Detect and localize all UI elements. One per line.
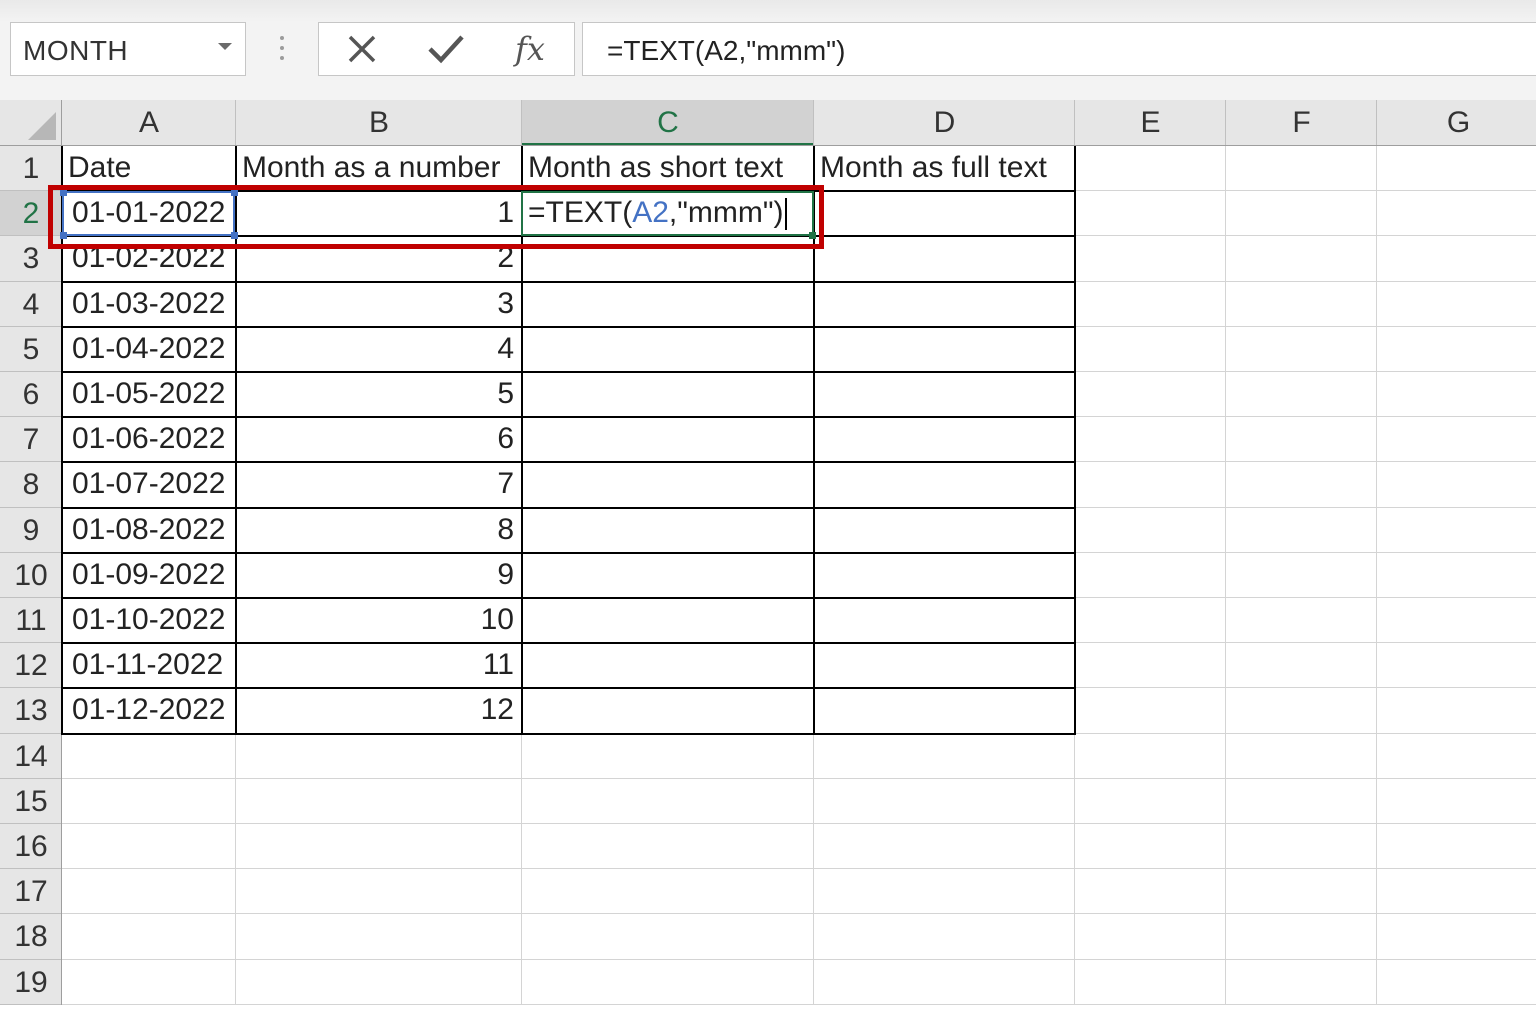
row-header-11[interactable]: 11 — [0, 598, 62, 644]
header-cell-a[interactable]: Date — [68, 145, 234, 190]
formula-toolbar: MONTH fx =TEXT(A2,"mmm") — [0, 0, 1536, 100]
column-header-b[interactable]: B — [236, 100, 522, 146]
column-header-g[interactable]: G — [1377, 100, 1536, 146]
chevron-down-icon[interactable] — [218, 43, 232, 50]
table-border — [61, 732, 1076, 735]
header-divider — [521, 100, 522, 146]
row-header-5[interactable]: 5 — [0, 326, 62, 372]
month-number-cell[interactable]: 6 — [236, 416, 514, 461]
month-number-cell[interactable]: 11 — [236, 642, 514, 687]
month-number-cell[interactable]: 9 — [236, 552, 514, 597]
gridline — [62, 1003, 1536, 1005]
name-box-value: MONTH — [23, 35, 129, 66]
row-header-6[interactable]: 6 — [0, 372, 62, 418]
gridline — [1376, 146, 1377, 1005]
row-header-12[interactable]: 12 — [0, 643, 62, 689]
row-header-14[interactable]: 14 — [0, 733, 62, 779]
gridline — [1225, 146, 1226, 1005]
gridline — [62, 868, 1536, 870]
row-header-13[interactable]: 13 — [0, 688, 62, 734]
row-header-10[interactable]: 10 — [0, 552, 62, 598]
more-options-icon[interactable] — [280, 36, 285, 64]
column-header-a[interactable]: A — [62, 100, 236, 146]
header-cell-b[interactable]: Month as a number — [242, 145, 520, 190]
formula-bar-text: =TEXT(A2,"mmm") — [607, 35, 846, 66]
date-cell[interactable]: 01-03-2022 — [72, 281, 232, 326]
date-cell[interactable]: 01-09-2022 — [72, 552, 232, 597]
gridline — [62, 823, 1536, 824]
header-divider — [1225, 100, 1226, 146]
header-divider — [235, 100, 236, 146]
table-border — [1074, 146, 1076, 735]
header-divider — [813, 100, 814, 146]
date-cell[interactable]: 01-10-2022 — [72, 597, 232, 642]
gridline — [62, 777, 1536, 779]
row-header-18[interactable]: 18 — [0, 914, 62, 960]
row-header-8[interactable]: 8 — [0, 462, 62, 508]
select-all-button[interactable] — [0, 100, 62, 146]
row-header-16[interactable]: 16 — [0, 824, 62, 870]
column-header-d[interactable]: D — [814, 100, 1075, 146]
close-icon[interactable] — [327, 23, 397, 75]
row-header-15[interactable]: 15 — [0, 778, 62, 824]
header-cell-d[interactable]: Month as full text — [820, 145, 1073, 190]
date-cell[interactable]: 01-11-2022 — [72, 642, 232, 687]
row-header-9[interactable]: 9 — [0, 507, 62, 553]
month-number-cell[interactable]: 12 — [236, 687, 514, 732]
fx-icon[interactable]: fx — [495, 23, 565, 75]
month-number-cell[interactable]: 10 — [236, 597, 514, 642]
header-divider — [1376, 100, 1377, 146]
header-cell-c[interactable]: Month as short text — [528, 145, 812, 190]
date-cell[interactable]: 01-06-2022 — [72, 416, 232, 461]
header-divider — [1074, 100, 1075, 146]
name-box[interactable]: MONTH — [10, 22, 246, 76]
date-cell[interactable]: 01-08-2022 — [72, 507, 232, 552]
date-cell[interactable]: 01-04-2022 — [72, 326, 232, 371]
formula-buttons: fx — [318, 22, 575, 76]
formula-bar[interactable]: =TEXT(A2,"mmm") — [582, 22, 1536, 76]
date-cell[interactable]: 01-07-2022 — [72, 461, 232, 506]
gridline — [62, 913, 1536, 915]
month-number-cell[interactable]: 4 — [236, 326, 514, 371]
date-cell[interactable]: 01-12-2022 — [72, 687, 232, 732]
gridline — [62, 958, 1536, 960]
month-number-cell[interactable]: 7 — [236, 461, 514, 506]
check-icon[interactable] — [411, 23, 481, 75]
month-number-cell[interactable]: 5 — [236, 371, 514, 416]
select-all-icon — [28, 112, 56, 140]
column-header-e[interactable]: E — [1075, 100, 1226, 146]
row-header-7[interactable]: 7 — [0, 417, 62, 463]
date-cell[interactable]: 01-05-2022 — [72, 371, 232, 416]
highlight-box — [48, 185, 824, 249]
month-number-cell[interactable]: 3 — [236, 281, 514, 326]
column-header-c[interactable]: C — [522, 100, 814, 146]
fx-label: fx — [515, 30, 545, 68]
header-divider — [0, 1003, 62, 1005]
row-header-4[interactable]: 4 — [0, 281, 62, 327]
month-number-cell[interactable]: 8 — [236, 507, 514, 552]
row-header-17[interactable]: 17 — [0, 869, 62, 915]
column-header-f[interactable]: F — [1226, 100, 1377, 146]
row-header-19[interactable]: 19 — [0, 959, 62, 1005]
